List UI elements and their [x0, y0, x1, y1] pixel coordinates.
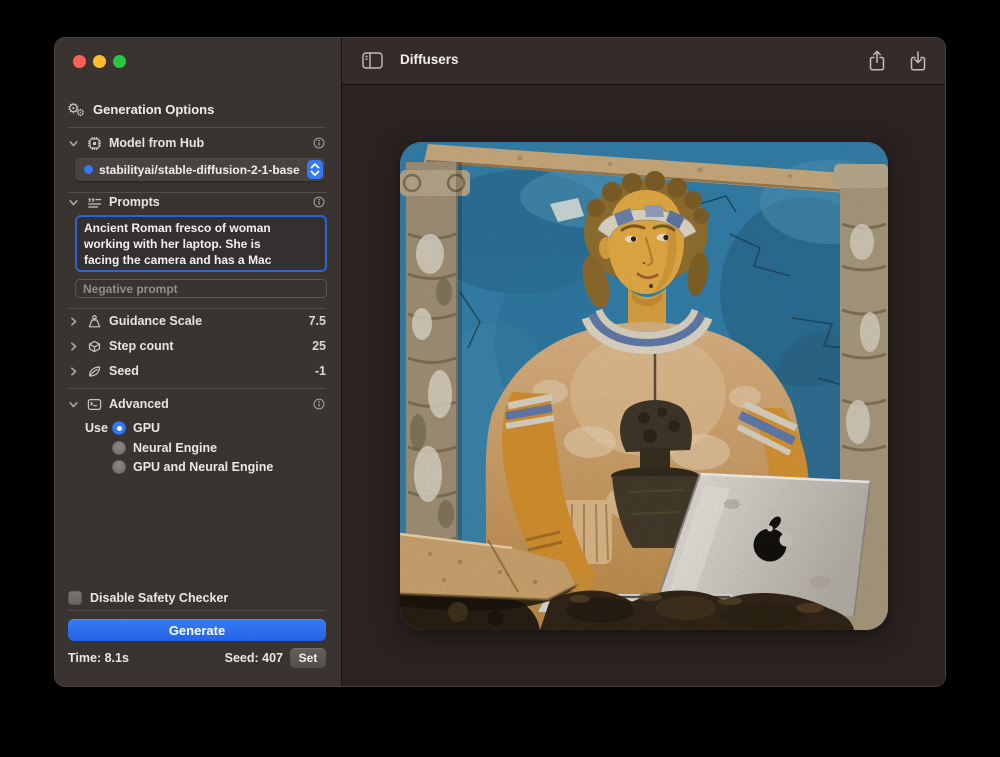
minimize-button[interactable] [93, 55, 106, 68]
chevron-down-icon[interactable] [67, 398, 80, 411]
divider [68, 127, 326, 128]
info-icon[interactable] [312, 195, 326, 209]
fresco-art [400, 142, 888, 630]
prompts-section-row: Prompts [67, 193, 326, 211]
divider [68, 388, 326, 389]
divider [68, 308, 326, 309]
save-image-icon[interactable] [908, 49, 928, 72]
scale-mass-icon [86, 313, 103, 330]
generate-button[interactable]: Generate [68, 619, 326, 641]
guidance-scale-row: Guidance Scale 7.5 [67, 312, 326, 330]
advanced-section-label: Advanced [109, 397, 169, 411]
radio-neural-engine[interactable]: Neural Engine [112, 440, 217, 456]
step-count-label: Step count [109, 339, 174, 353]
chevron-down-icon[interactable] [67, 137, 80, 150]
chevron-right-icon[interactable] [67, 340, 80, 353]
seed-label: Seed [109, 364, 139, 378]
window-title: Diffusers [400, 52, 459, 67]
leaf-icon [86, 363, 103, 380]
text-quote-icon [86, 194, 103, 211]
radio-button[interactable] [112, 421, 126, 435]
guidance-scale-label: Guidance Scale [109, 314, 202, 328]
close-button[interactable] [73, 55, 86, 68]
model-popup-button[interactable]: stabilityai/stable-diffusion-2-1-base [75, 158, 325, 181]
info-icon[interactable] [312, 136, 326, 150]
divider [68, 610, 326, 611]
model-section-row: Model from Hub [67, 134, 326, 152]
toolbar: Diffusers [342, 38, 945, 85]
cpu-chip-icon [86, 135, 103, 152]
sidebar-toggle-icon[interactable] [362, 52, 383, 69]
sidebar-header: ⚙⚙ Generation Options [67, 100, 326, 118]
time-status: Time: 8.1s [68, 651, 129, 665]
radio-gpu[interactable]: GPU [112, 420, 160, 436]
step-count-value: 25 [312, 339, 326, 353]
share-icon[interactable] [867, 49, 887, 72]
seed-status: Seed: 407 [225, 651, 283, 665]
negative-prompt-input[interactable] [75, 279, 327, 298]
chevron-right-icon[interactable] [67, 315, 80, 328]
info-icon[interactable] [312, 397, 326, 411]
safety-checkbox[interactable] [68, 591, 82, 605]
gears-icon: ⚙⚙ [67, 102, 87, 116]
terminal-icon [86, 396, 103, 413]
radio-button[interactable] [112, 441, 126, 455]
seed-value: -1 [315, 364, 326, 378]
radio-gpu-and-neural-engine[interactable]: GPU and Neural Engine [112, 459, 273, 475]
generated-image [400, 142, 888, 630]
seed-row: Seed -1 [67, 362, 326, 380]
sidebar: ⚙⚙ Generation Options Model from Hub [55, 38, 342, 686]
model-section-label: Model from Hub [109, 136, 204, 150]
use-label: Use [85, 421, 108, 435]
chevron-right-icon[interactable] [67, 365, 80, 378]
model-selected-value: stabilityai/stable-diffusion-2-1-base [99, 163, 303, 177]
step-count-row: Step count 25 [67, 337, 326, 355]
guidance-scale-value: 7.5 [309, 314, 326, 328]
safety-row: Disable Safety Checker [68, 589, 326, 607]
main-area: Diffusers [342, 38, 945, 686]
prompts-section-label: Prompts [109, 195, 160, 209]
prompt-text: Ancient Roman fresco of woman working wi… [84, 220, 318, 268]
zoom-button[interactable] [113, 55, 126, 68]
set-seed-button[interactable]: Set [290, 648, 326, 668]
model-status-dot [84, 165, 93, 174]
steps-cube-icon [86, 338, 103, 355]
advanced-section-row: Advanced [67, 395, 326, 413]
safety-label: Disable Safety Checker [90, 591, 228, 605]
app-window: ⚙⚙ Generation Options Model from Hub [55, 38, 945, 686]
window-controls [73, 55, 126, 68]
sidebar-title: Generation Options [93, 102, 214, 117]
radio-button[interactable] [112, 460, 126, 474]
prompt-textarea[interactable]: Ancient Roman fresco of woman working wi… [75, 215, 327, 272]
popup-stepper-icon [307, 160, 323, 179]
chevron-down-icon[interactable] [67, 196, 80, 209]
